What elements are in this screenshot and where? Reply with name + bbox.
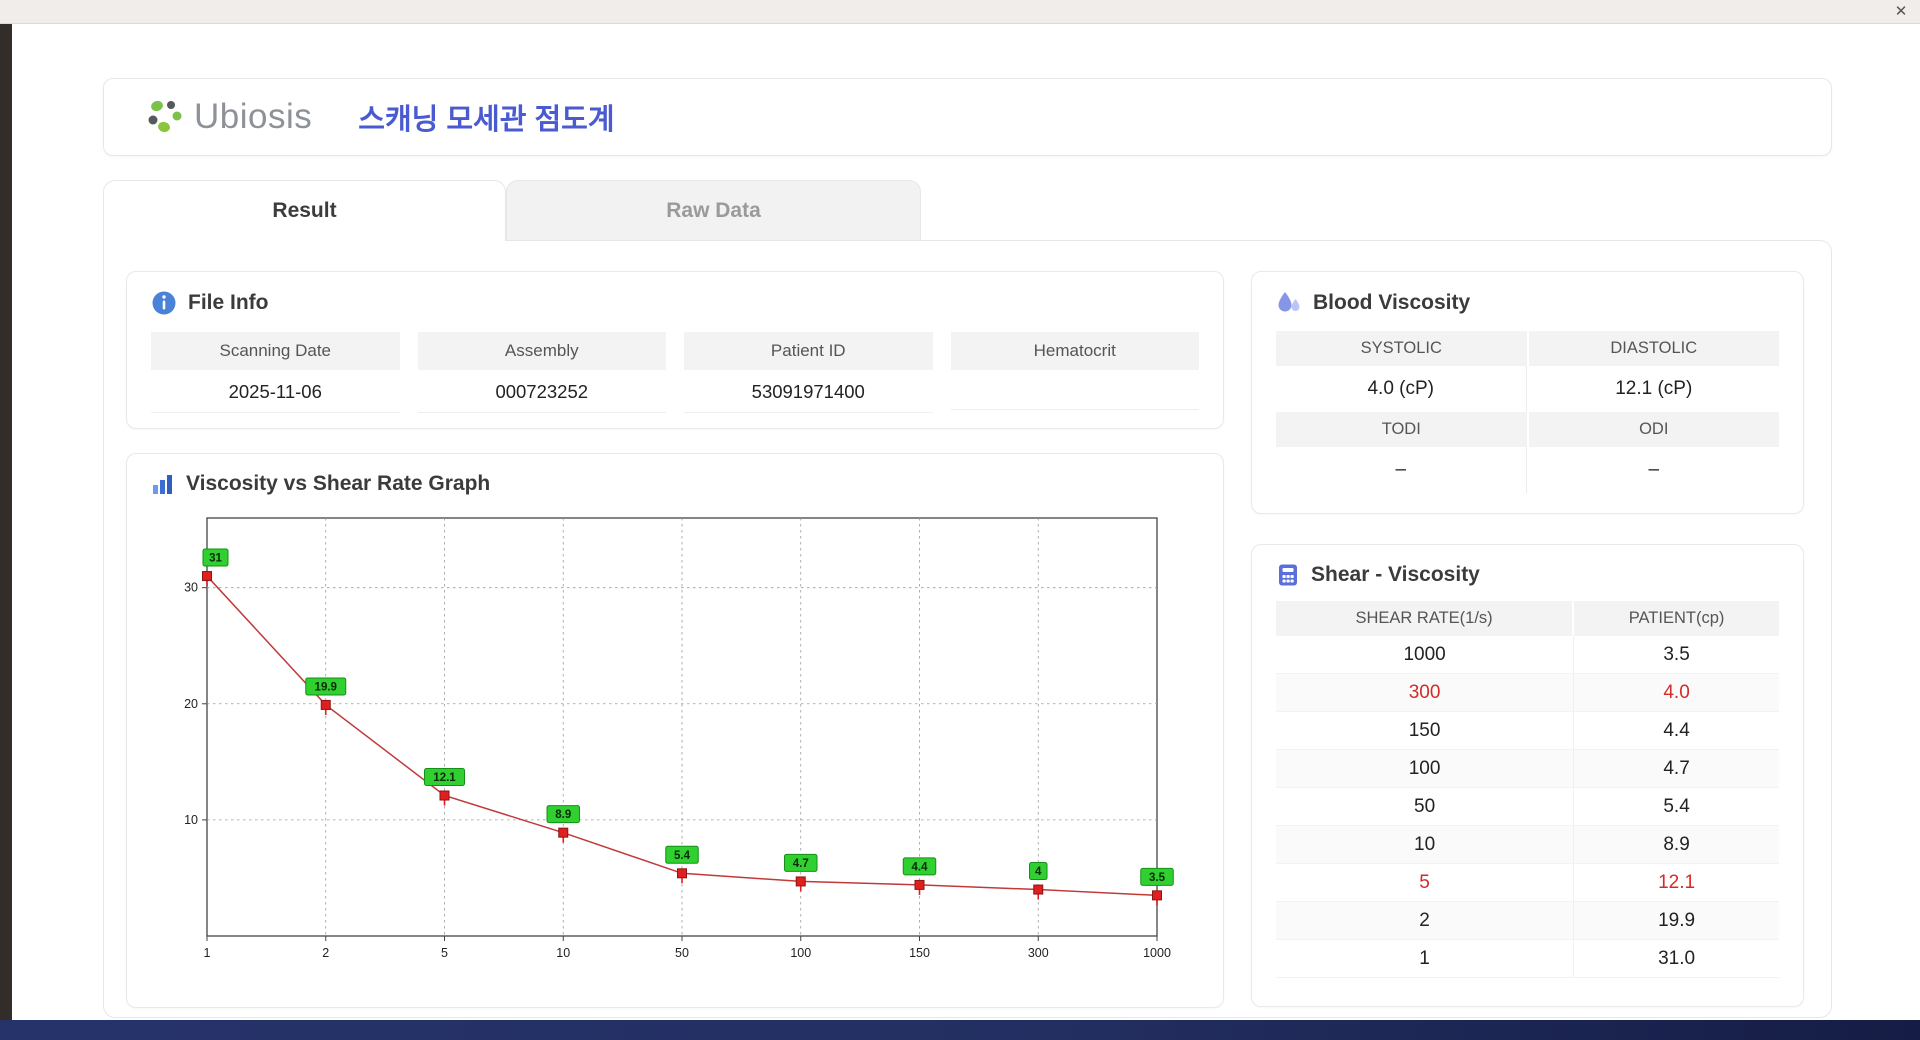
svg-text:4.4: 4.4 [912, 861, 929, 873]
shear-rate-cell: 150 [1276, 712, 1575, 751]
todi-value: – [1276, 447, 1527, 493]
shear-viscosity-title: Shear - Viscosity [1311, 563, 1480, 587]
field-label: Scanning Date [151, 332, 400, 370]
table-row: 5 12.1 [1276, 864, 1779, 903]
patient-cell: 3.5 [1574, 636, 1779, 675]
svg-text:1: 1 [204, 946, 211, 960]
shear-rate-cell: 50 [1276, 788, 1575, 827]
patient-cell: 5.4 [1574, 788, 1779, 827]
shear-viscosity-table: SHEAR RATE(1/s) PATIENT(cp) 1000 3.5 300 [1276, 601, 1779, 979]
patient-cell: 12.1 [1574, 864, 1779, 903]
svg-text:31: 31 [209, 553, 222, 565]
todi-label: TODI [1276, 412, 1527, 447]
svg-text:4.7: 4.7 [793, 858, 809, 870]
field-scanning-date: Scanning Date 2025-11-06 [151, 332, 400, 413]
svg-text:150: 150 [909, 946, 930, 960]
logo-text: Ubiosis [194, 97, 313, 136]
svg-text:1000: 1000 [1143, 946, 1171, 960]
header: Ubiosis 스캐닝 모세관 점도계 [103, 78, 1832, 156]
tab-bar: Result Raw Data [103, 180, 1832, 241]
table-row: 10 8.9 [1276, 826, 1779, 865]
field-hematocrit: Hematocrit [950, 332, 1199, 413]
app-window: Ubiosis 스캐닝 모세관 점도계 Result Raw Data File… [12, 24, 1920, 1020]
taskbar [0, 1020, 1920, 1040]
systolic-label: SYSTOLIC [1276, 331, 1527, 366]
calculator-icon [1279, 564, 1297, 586]
patient-cell: 31.0 [1574, 940, 1779, 979]
field-label: Patient ID [684, 332, 933, 370]
svg-text:3.5: 3.5 [1149, 872, 1166, 884]
shear-rate-cell: 2 [1276, 902, 1575, 941]
tab-raw-data[interactable]: Raw Data [506, 180, 921, 241]
shear-rate-cell: 10 [1276, 826, 1575, 865]
svg-text:20: 20 [184, 697, 198, 711]
logo: Ubiosis [144, 96, 312, 138]
field-label: Hematocrit [950, 332, 1199, 370]
field-patient-id: Patient ID 53091971400 [684, 332, 933, 413]
svg-text:300: 300 [1028, 946, 1049, 960]
diastolic-value: 12.1 (cP) [1615, 378, 1693, 399]
table-row: 2 19.9 [1276, 902, 1779, 941]
close-icon[interactable]: ✕ [1891, 2, 1911, 22]
graph-panel: Viscosity vs Shear Rate Graph 10 20 30 1 2 5 1… [126, 453, 1224, 1008]
odi-value: – [1648, 459, 1660, 480]
blood-drop-icon [1278, 292, 1300, 312]
systolic-value: 4.0 (cP) [1276, 366, 1527, 412]
svg-text:100: 100 [790, 946, 811, 960]
blood-viscosity-table: SYSTOLIC DIASTOLIC 4.0 (cP) 12.1 (cP) TO… [1276, 331, 1779, 493]
diastolic-label: DIASTOLIC [1528, 331, 1779, 366]
field-value [950, 370, 1199, 410]
field-value: 000723252 [417, 370, 666, 413]
field-assembly: Assembly 000723252 [417, 332, 666, 413]
table-row: 150 4.4 [1276, 712, 1779, 751]
blood-viscosity-title: Blood Viscosity [1313, 291, 1471, 314]
shear-rate-cell: 100 [1276, 750, 1575, 789]
graph-title: Viscosity vs Shear Rate Graph [186, 472, 491, 495]
file-info-title: File Info [188, 291, 269, 314]
shear-rate-cell: 1 [1276, 940, 1575, 979]
svg-text:5: 5 [441, 946, 448, 960]
svg-text:50: 50 [675, 946, 689, 960]
field-value: 53091971400 [684, 370, 933, 413]
field-label: Assembly [417, 332, 666, 370]
svg-text:2: 2 [322, 946, 329, 960]
file-info-panel: File Info Scanning Date 2025-11-06 Assem… [126, 271, 1224, 429]
shear-rate-cell: 1000 [1276, 636, 1575, 675]
table-row: 300 4.0 [1276, 674, 1779, 713]
svg-text:4: 4 [1035, 866, 1042, 878]
window-chrome: ✕ [0, 0, 1920, 24]
svg-text:5.4: 5.4 [674, 850, 691, 862]
bar-chart-icon [153, 475, 172, 494]
svg-text:10: 10 [556, 946, 570, 960]
shear-viscosity-panel: Shear - Viscosity SHEAR RATE(1/s) PATIEN… [1251, 544, 1804, 1007]
tab-result[interactable]: Result [103, 180, 506, 241]
column-header-patient: PATIENT(cp) [1574, 601, 1779, 637]
table-row: 100 4.7 [1276, 750, 1779, 789]
shear-rate-cell: 300 [1276, 674, 1575, 713]
table-row: 50 5.4 [1276, 788, 1779, 827]
table-row: 1 31.0 [1276, 940, 1779, 979]
svg-text:12.1: 12.1 [433, 772, 456, 784]
viscosity-chart: 10 20 30 1 2 5 10 50 100 150 300 1000 31 19.9 12.1 8.9 5… [151, 506, 1199, 989]
patient-cell: 4.7 [1574, 750, 1779, 789]
patient-cell: 8.9 [1574, 826, 1779, 865]
svg-text:19.9: 19.9 [315, 681, 337, 693]
patient-cell: 4.4 [1574, 712, 1779, 751]
page-title: 스캐닝 모세관 점도계 [358, 104, 615, 136]
svg-text:30: 30 [184, 581, 198, 595]
result-panel: File Info Scanning Date 2025-11-06 Assem… [103, 240, 1832, 1018]
svg-text:10: 10 [184, 813, 198, 827]
info-icon [152, 291, 176, 315]
shear-rate-cell: 5 [1276, 864, 1575, 903]
odi-label: ODI [1528, 412, 1779, 447]
blood-viscosity-panel: Blood Viscosity SYSTOLIC DIASTOLIC 4.0 (… [1251, 271, 1804, 515]
column-header-shear-rate: SHEAR RATE(1/s) [1276, 601, 1575, 637]
field-value: 2025-11-06 [151, 370, 400, 413]
svg-text:8.9: 8.9 [555, 809, 571, 821]
table-row: 1000 3.5 [1276, 636, 1779, 675]
patient-cell: 19.9 [1574, 902, 1779, 941]
patient-cell: 4.0 [1574, 674, 1779, 713]
ubiosis-leaf-icon [148, 100, 182, 133]
